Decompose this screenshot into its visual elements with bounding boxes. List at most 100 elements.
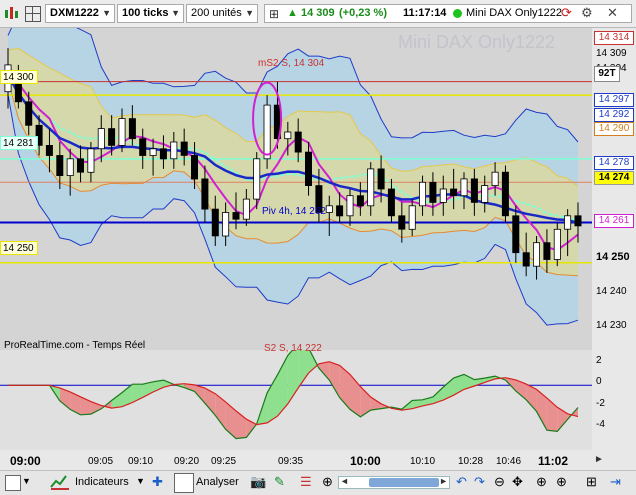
settings-icon[interactable]: ⚙ xyxy=(581,4,593,21)
candle-up xyxy=(222,212,230,237)
chevron-down-icon: ▼ xyxy=(102,8,111,18)
scroll-left-icon[interactable]: ◄ xyxy=(340,476,349,486)
candle-up xyxy=(439,188,447,203)
candle-up xyxy=(460,178,468,197)
units-select[interactable]: 200 unités ▼ xyxy=(186,4,258,23)
axis-label: 14 250 xyxy=(596,251,630,263)
candle-down xyxy=(470,178,478,203)
candle-down xyxy=(387,188,395,217)
timeframe-badge: 92T xyxy=(594,66,620,82)
horizontal-scrollbar[interactable]: ◄ ► xyxy=(338,476,450,489)
chevron-down-icon: ▼ xyxy=(22,476,31,486)
scroll-thumb[interactable] xyxy=(369,478,439,487)
chart-icon xyxy=(5,475,21,491)
list-icon[interactable]: ☰ xyxy=(300,474,312,490)
up-arrow-icon: ▲ xyxy=(287,7,298,19)
axis-label: 14 278 xyxy=(594,156,634,170)
app-menu-icon[interactable] xyxy=(3,5,19,22)
chart-options-button[interactable]: ▼ xyxy=(2,473,32,493)
link-icon: ✚ xyxy=(152,474,163,489)
market-name: Mini DAX Only1222 xyxy=(466,7,562,19)
candle-down xyxy=(336,205,344,217)
candle-up xyxy=(325,205,333,213)
axis-label: 14 290 xyxy=(594,122,634,136)
axis-label: 14 240 xyxy=(596,286,627,297)
indicators-button[interactable]: Indicateurs ▼ xyxy=(50,473,146,493)
ind-axis-label: 2 xyxy=(596,355,602,366)
interval-select[interactable]: 100 ticks ▼ xyxy=(117,4,184,23)
ind-axis-label: -4 xyxy=(596,419,605,430)
time-axis[interactable]: 09:00 09:05 09:10 09:20 09:25 09:35 10:0… xyxy=(0,450,592,470)
price-axis[interactable]: 14 314 14 309 14 304 92T 14 297 14 292 1… xyxy=(592,28,636,350)
time-label: 11:02 xyxy=(538,454,569,468)
candle-down xyxy=(201,178,209,210)
indicator-panel[interactable]: S2 S, 14 222 xyxy=(0,343,592,450)
screenshot-icon[interactable]: 📷 xyxy=(250,474,266,490)
candle-down xyxy=(190,155,198,180)
candle-up xyxy=(491,171,499,186)
drawing-tools-icon[interactable]: ⊞ xyxy=(269,6,279,23)
time-label: 10:10 xyxy=(410,456,436,467)
candle-up xyxy=(553,228,561,260)
candle-down xyxy=(77,158,85,173)
indicator-chart[interactable] xyxy=(0,350,592,450)
fit-icon[interactable]: ⊞ xyxy=(586,474,597,490)
zoom-out-icon[interactable]: ⊖ xyxy=(494,474,505,490)
analyze-icon xyxy=(174,473,194,493)
candle-down xyxy=(501,171,509,217)
left-label-3: 14 250 xyxy=(0,241,38,255)
zoom-icon[interactable]: ⊕ xyxy=(322,474,333,490)
scroll-end-icon[interactable]: ⇥ xyxy=(610,474,621,490)
pan-icon[interactable]: ✥ xyxy=(512,474,523,490)
candle-up xyxy=(346,195,354,217)
zoom-in-icon[interactable]: ⊕ xyxy=(536,474,547,490)
time-label: 09:35 xyxy=(278,456,304,467)
time-label: 10:00 xyxy=(350,454,381,468)
close-icon[interactable]: ✕ xyxy=(607,4,618,21)
candle-up xyxy=(253,158,261,200)
chevron-right-icon[interactable]: ► xyxy=(594,454,604,465)
axis-label: 14 230 xyxy=(596,320,627,331)
status-dot-icon xyxy=(453,9,462,18)
candle-up xyxy=(170,141,178,160)
instrument-field[interactable]: DXM1222 ▼ xyxy=(45,4,115,23)
candle-up xyxy=(408,205,416,230)
last-price: 14 309 xyxy=(301,7,335,19)
zoom-in-alt-icon[interactable]: ⊕ xyxy=(556,474,567,490)
candle-up xyxy=(263,104,271,160)
annotation-pivot: Piv 4h, 14 262 xyxy=(262,206,326,217)
candle-down xyxy=(429,181,437,203)
time-label: 09:20 xyxy=(174,456,200,467)
redo-icon[interactable]: ↷ xyxy=(474,474,485,490)
scroll-right-icon[interactable]: ► xyxy=(439,476,448,486)
candle-up xyxy=(118,118,126,146)
candle-down xyxy=(574,215,582,227)
undo-icon[interactable]: ↶ xyxy=(456,474,467,490)
candle-up xyxy=(367,168,375,207)
time-label: 10:28 xyxy=(458,456,484,467)
candle-down xyxy=(139,138,147,156)
price-change: (+0,23 %) xyxy=(339,7,387,19)
candle-up xyxy=(284,131,292,140)
refresh-icon[interactable]: ⟳ xyxy=(561,4,572,21)
candle-down xyxy=(356,195,364,207)
axis-label: 14 261 xyxy=(594,214,634,228)
candle-up xyxy=(97,128,105,150)
analyze-button[interactable]: Analyser xyxy=(174,473,246,493)
candle-up xyxy=(564,215,572,230)
interval-value: 100 ticks xyxy=(122,7,169,19)
grid-icon xyxy=(25,6,41,22)
left-label-1: 14 300 xyxy=(0,70,38,84)
time-label: 10:46 xyxy=(496,456,522,467)
quote-time: 11:17:14 xyxy=(403,7,447,19)
add-button[interactable]: ✚ xyxy=(150,473,170,493)
axis-label: 14 314 xyxy=(594,31,634,45)
pencil-icon[interactable]: ✎ xyxy=(274,474,285,490)
candle-up xyxy=(418,181,426,207)
candle-up xyxy=(481,185,489,203)
price-chart[interactable]: Mini DAX Only1222 ProRealTime.com - Temp… xyxy=(0,28,592,351)
instrument-selector[interactable] xyxy=(25,4,45,23)
axis-corner: ► xyxy=(592,450,636,470)
candle-up xyxy=(66,158,74,177)
candlestick-chart[interactable] xyxy=(0,28,592,350)
